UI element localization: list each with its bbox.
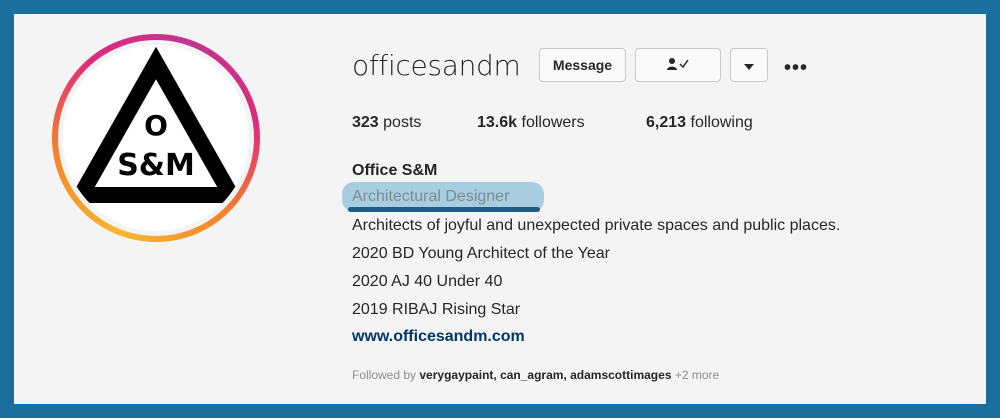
bio-line: 2020 BD Young Architect of the Year <box>352 245 610 262</box>
followers-count[interactable]: 13.6k followers <box>477 114 585 132</box>
more-options-button[interactable]: ••• <box>784 57 808 80</box>
suggestions-dropdown-button[interactable] <box>730 48 768 82</box>
followed-by-names: verygaypaint, can_agram, adamscottimages <box>419 368 672 382</box>
following-button[interactable] <box>635 48 721 82</box>
caret-down-icon <box>744 57 754 73</box>
followed-by-more: +2 more <box>674 368 720 382</box>
more-horizontal-icon: ••• <box>784 57 809 79</box>
following-count[interactable]: 6,213 following <box>646 114 753 132</box>
followed-by[interactable]: Followed by verygaypaint, can_agram, ada… <box>352 368 719 382</box>
person-check-icon <box>666 57 690 74</box>
followed-by-prefix: Followed by <box>352 368 417 382</box>
posts-count[interactable]: 323 posts <box>352 114 421 132</box>
posts-number: 323 <box>352 114 379 131</box>
following-label: following <box>690 114 753 131</box>
profile-header: O S&M officesandm Message ••• 323 posts … <box>14 14 986 404</box>
bio-line: 2020 AJ 40 Under 40 <box>352 273 503 290</box>
following-number: 6,213 <box>646 114 687 131</box>
category-underline <box>348 207 540 212</box>
bio-line: Architects of joyful and unexpected priv… <box>352 217 841 234</box>
message-button[interactable]: Message <box>539 48 626 82</box>
followers-number: 13.6k <box>477 114 518 131</box>
logo-letters-sm: S&M <box>117 148 195 183</box>
followers-label: followers <box>521 114 585 131</box>
bio-line: 2019 RIBAJ Rising Star <box>352 301 521 318</box>
logo-letter-o: O <box>144 109 168 142</box>
category-label: Architectural Designer <box>352 188 510 205</box>
full-name: Office S&M <box>352 162 438 179</box>
website-link[interactable]: www.officesandm.com <box>352 328 525 346</box>
logo: O S&M <box>63 45 249 231</box>
posts-label: posts <box>383 114 422 131</box>
avatar[interactable]: O S&M <box>52 34 260 242</box>
username: officesandm <box>352 49 521 82</box>
